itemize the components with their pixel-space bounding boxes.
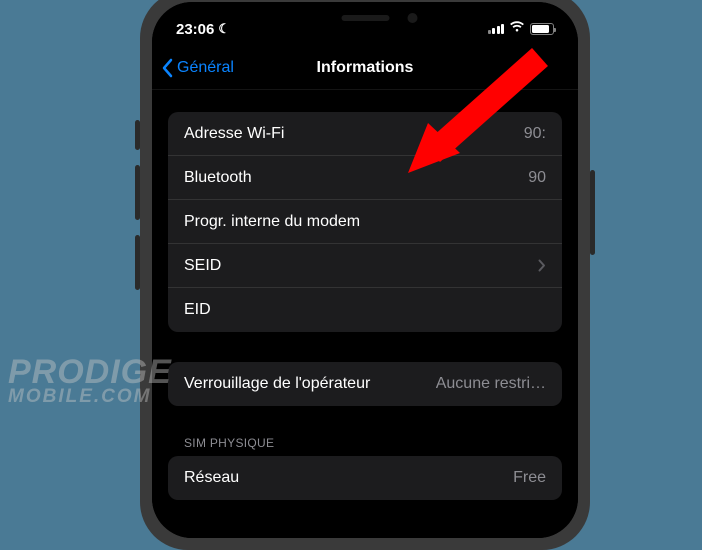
back-label: Général [177, 59, 234, 77]
screen: 23:06 ☾ [152, 2, 578, 538]
info-group-2: Verrouillage de l'opérateur Aucune restr… [168, 362, 562, 406]
phone-frame: 23:06 ☾ [140, 0, 590, 550]
wifi-icon [509, 20, 525, 38]
row-label: Adresse Wi-Fi [184, 125, 284, 143]
row-modem-firmware[interactable]: Progr. interne du modem [168, 200, 562, 244]
row-seid[interactable]: SEID [168, 244, 562, 288]
front-camera [408, 13, 418, 23]
battery-icon [530, 23, 554, 35]
speaker [341, 15, 389, 21]
cellular-signal-icon [488, 24, 505, 34]
row-label: EID [184, 301, 211, 319]
page-title: Informations [317, 59, 414, 77]
row-value: 90: [524, 125, 546, 143]
do-not-disturb-icon: ☾ [218, 21, 230, 37]
row-eid[interactable]: EID [168, 288, 562, 332]
row-value: Aucune restri… [436, 375, 546, 393]
volume-up-button [135, 165, 140, 220]
row-label: Bluetooth [184, 169, 252, 187]
clock: 23:06 [176, 21, 214, 38]
volume-down-button [135, 235, 140, 290]
back-button[interactable]: Général [152, 58, 234, 78]
row-carrier-lock[interactable]: Verrouillage de l'opérateur Aucune restr… [168, 362, 562, 406]
chevron-left-icon [162, 58, 174, 78]
row-bluetooth[interactable]: Bluetooth 90 [168, 156, 562, 200]
section-header-sim: SIM PHYSIQUE [152, 436, 578, 456]
row-label: Progr. interne du modem [184, 213, 360, 231]
row-network[interactable]: Réseau Free [168, 456, 562, 500]
row-label: Verrouillage de l'opérateur [184, 375, 370, 393]
info-group-1: Adresse Wi-Fi 90: Bluetooth 90 Progr. in… [168, 112, 562, 332]
power-button [590, 170, 595, 255]
notch [273, 2, 458, 34]
mute-switch [135, 120, 140, 150]
chevron-right-icon [538, 259, 546, 272]
navigation-bar: Général Informations [152, 46, 578, 90]
row-label: Réseau [184, 469, 239, 487]
row-label: SEID [184, 257, 221, 275]
row-value: 90 [528, 169, 546, 187]
info-group-3: Réseau Free [168, 456, 562, 500]
row-wifi-address[interactable]: Adresse Wi-Fi 90: [168, 112, 562, 156]
row-value: Free [513, 469, 546, 487]
